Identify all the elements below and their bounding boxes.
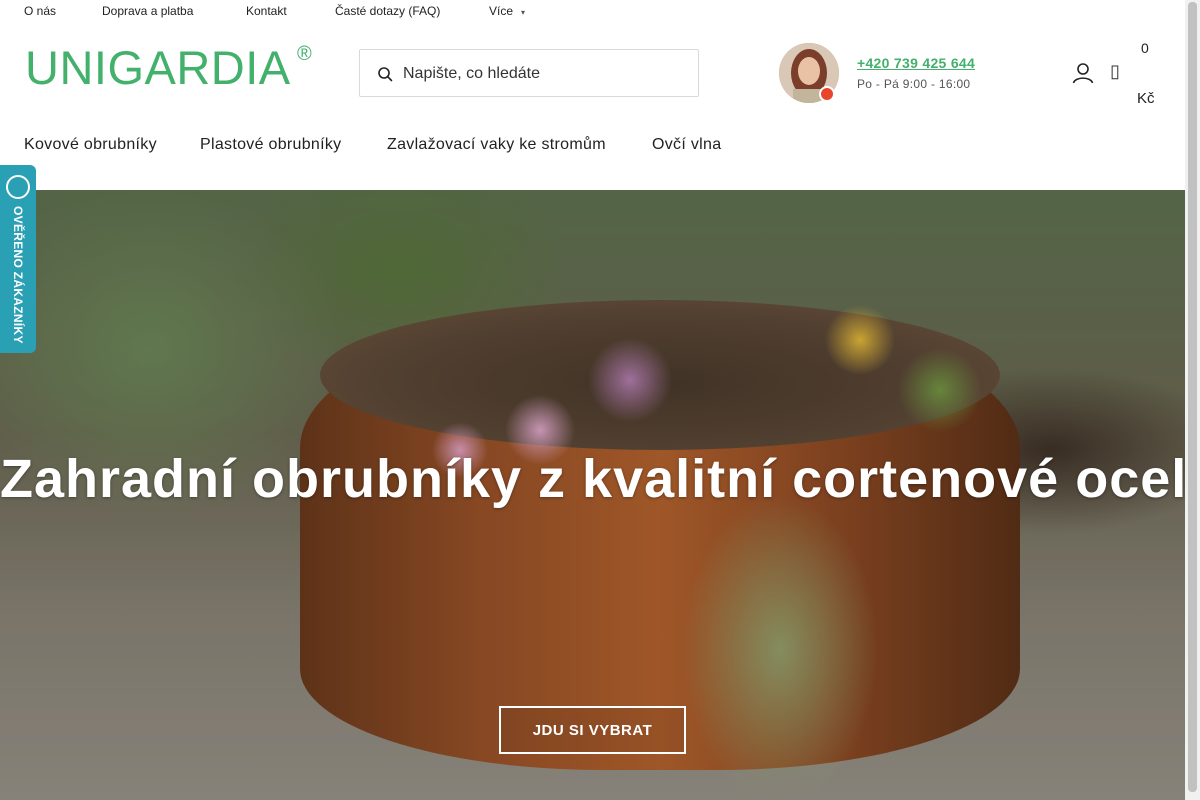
scrollbar-thumb[interactable] (1188, 2, 1197, 792)
status-indicator (819, 86, 835, 102)
topbar-more-menu[interactable]: Více ▾ (489, 4, 525, 18)
verified-by-customers-badge[interactable]: OVĚŘENO ZÁKAZNÍKY (0, 165, 36, 353)
cart-icon[interactable]: ▯ (1110, 61, 1120, 82)
verified-badge-icon (6, 175, 30, 199)
hero-banner: Zahradní obrubníky z kvalitní cortenové … (0, 190, 1185, 800)
hero-cta-button[interactable]: JDU SI VYBRAT (499, 706, 686, 754)
nav-item-sheep-wool[interactable]: Ovčí vlna (652, 136, 721, 154)
page-scrollbar[interactable] (1185, 0, 1200, 800)
search-icon[interactable] (377, 66, 393, 82)
verified-badge-label: OVĚŘENO ZÁKAZNÍKY (11, 206, 25, 344)
nav-item-watering-bags[interactable]: Zavlažovací vaky ke stromům (387, 136, 606, 154)
topbar-link-faq[interactable]: Časté dotazy (FAQ) (335, 4, 440, 18)
opening-hours: Po - Pá 9:00 - 16:00 (857, 77, 971, 91)
top-utility-nav: O nás Doprava a platba Kontakt Časté dot… (0, 0, 1200, 22)
search-input[interactable] (403, 62, 683, 86)
nav-item-metal-edging[interactable]: Kovové obrubníky (24, 136, 157, 154)
topbar-more-label: Více (489, 4, 514, 18)
cart-total-currency: Kč (1137, 90, 1155, 107)
nav-item-plastic-edging[interactable]: Plastové obrubníky (200, 136, 341, 154)
cart-count: 0 (1141, 40, 1149, 56)
phone-link[interactable]: +420 739 425 644 (857, 55, 975, 71)
user-account-icon[interactable] (1071, 61, 1095, 85)
topbar-link-shipping[interactable]: Doprava a platba (102, 4, 193, 18)
main-category-nav: Kovové obrubníky Plastové obrubníky Zavl… (0, 130, 1200, 160)
topbar-link-about[interactable]: O nás (24, 4, 56, 18)
search-box (359, 49, 699, 97)
logo-text: UNIGARDIA (25, 41, 291, 94)
topbar-link-contact[interactable]: Kontakt (246, 4, 287, 18)
logo-registered-mark: ® (297, 43, 312, 65)
hero-title: Zahradní obrubníky z kvalitní cortenové … (0, 449, 1185, 509)
chevron-down-icon: ▾ (521, 8, 526, 17)
